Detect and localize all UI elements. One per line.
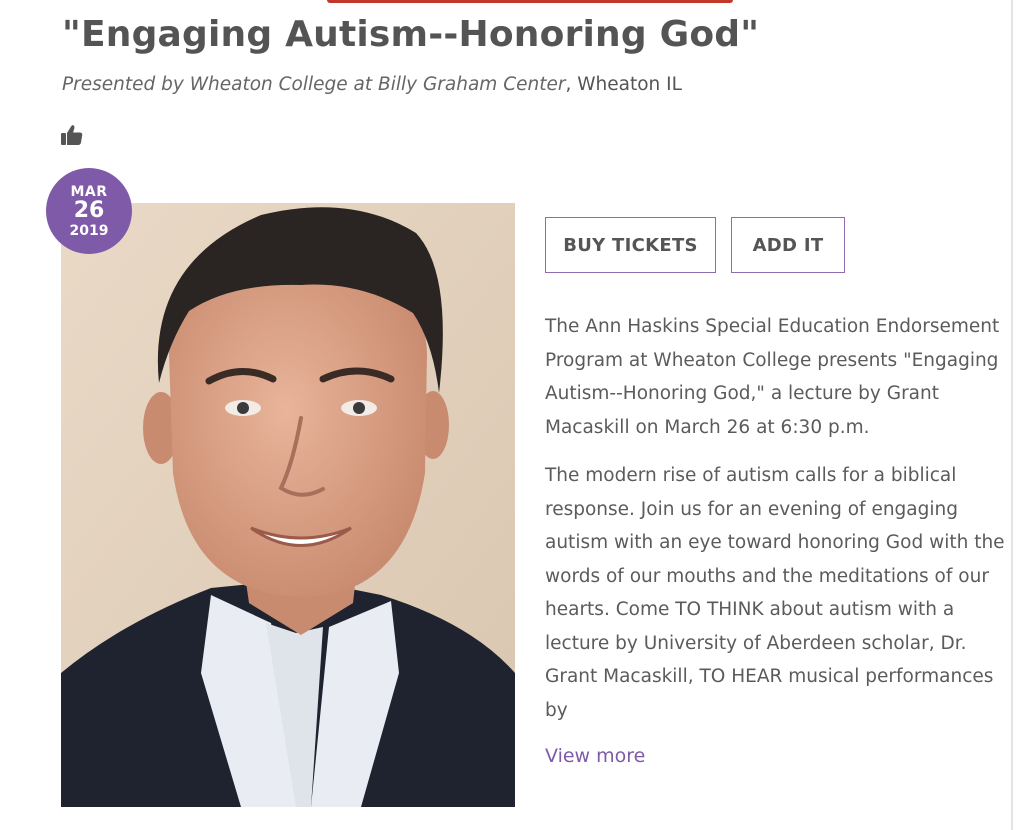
date-badge: MAR 26 2019	[46, 168, 132, 254]
thumbs-up-icon[interactable]	[60, 123, 84, 147]
buy-tickets-button[interactable]: BUY TICKETS	[545, 217, 716, 273]
description-paragraph-2: The modern rise of autism calls for a bi…	[545, 465, 1005, 721]
presenter-name: Presented by Wheaton College at Billy Gr…	[62, 74, 566, 95]
top-accent-bar	[327, 0, 733, 3]
add-it-button[interactable]: ADD IT	[731, 217, 845, 273]
date-month: MAR	[70, 183, 108, 200]
event-presenter: Presented by Wheaton College at Billy Gr…	[62, 74, 682, 95]
event-title: "Engaging Autism--Honoring God"	[62, 14, 760, 55]
speaker-photo	[61, 203, 515, 807]
event-description: The Ann Haskins Special Education Endors…	[545, 310, 1005, 742]
view-more-link[interactable]: View more	[545, 745, 645, 767]
description-paragraph-1: The Ann Haskins Special Education Endors…	[545, 316, 1000, 438]
event-location: , Wheaton IL	[565, 74, 682, 95]
date-day: 26	[73, 197, 105, 223]
date-year: 2019	[69, 222, 109, 239]
page-divider	[1011, 0, 1013, 830]
